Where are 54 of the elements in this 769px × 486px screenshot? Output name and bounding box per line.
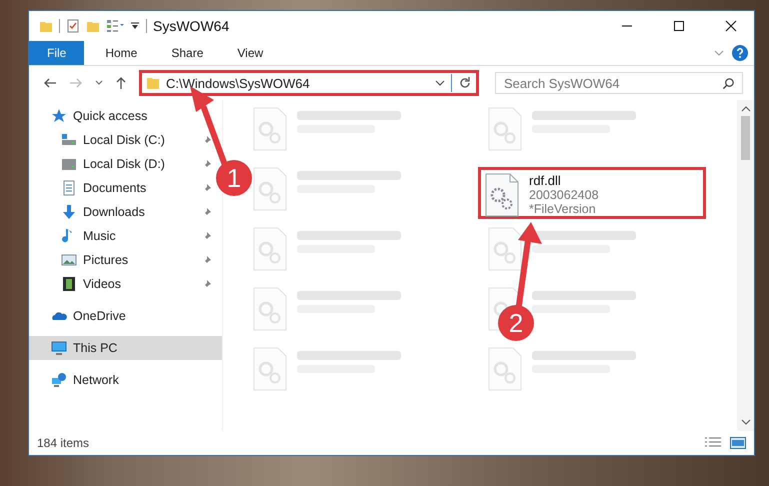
maximize-icon	[673, 20, 685, 32]
film-icon	[61, 276, 77, 292]
file-detail: 2003062408	[529, 188, 599, 202]
view-list-icon[interactable]	[106, 19, 124, 33]
up-icon[interactable]	[115, 76, 127, 90]
step-number-badge: 1	[216, 160, 252, 196]
ribbon-tab[interactable]: View	[224, 41, 276, 65]
nav-item[interactable]: Local Disk (C:)	[29, 128, 222, 152]
drive-icon	[61, 156, 77, 172]
address-path: C:\Windows\SysWOW64	[166, 76, 310, 90]
step-number-badge: 2	[498, 305, 534, 341]
nav-item[interactable]: OneDrive	[29, 304, 222, 328]
scroll-thumb[interactable]	[741, 116, 750, 160]
network-icon	[51, 372, 67, 388]
picture-icon	[61, 252, 77, 268]
computer-icon	[51, 340, 67, 356]
download-arrow-icon	[61, 204, 77, 220]
dll-file-icon	[485, 173, 519, 217]
scroll-up-icon[interactable]	[740, 106, 750, 112]
search-icon[interactable]	[722, 77, 735, 90]
nav-item[interactable]: Pictures	[29, 248, 222, 272]
ribbon-tab[interactable]: File	[29, 41, 84, 65]
document-icon	[61, 180, 77, 196]
folder-icon	[146, 76, 160, 90]
address-bar[interactable]: C:\Windows\SysWOW64	[139, 70, 479, 96]
scroll-down-icon[interactable]	[740, 419, 750, 425]
details-view-icon[interactable]	[704, 437, 722, 449]
star-icon	[51, 108, 67, 124]
nav-item[interactable]: Network	[29, 368, 222, 392]
window-title: SysWOW64	[153, 18, 230, 34]
ribbon-tab[interactable]: Share	[158, 41, 216, 65]
dropdown-icon[interactable]	[130, 21, 140, 31]
close-icon	[725, 20, 737, 32]
properties-icon[interactable]	[66, 19, 80, 33]
scrollbar[interactable]	[737, 100, 754, 431]
nav-item[interactable]: This PC	[29, 336, 222, 360]
refresh-icon[interactable]	[458, 76, 472, 90]
drive-icon	[61, 132, 77, 148]
file-detail: *FileVersion	[529, 202, 597, 216]
nav-item[interactable]: Downloads	[29, 200, 222, 224]
dropdown-icon[interactable]	[435, 80, 445, 86]
file-name: rdf.dll	[529, 173, 562, 188]
nav-item[interactable]: Videos	[29, 272, 222, 296]
item-count: 184 items	[37, 436, 90, 450]
help-icon[interactable]	[732, 45, 748, 61]
search-field[interactable]: Search SysWOW64	[495, 72, 743, 94]
nav-item[interactable]: Music	[29, 224, 222, 248]
nav-item[interactable]: Quick access	[29, 104, 222, 128]
ribbon-tab[interactable]: Home	[92, 41, 150, 65]
recent-dropdown-icon[interactable]	[95, 80, 103, 86]
large-icons-view-icon[interactable]	[730, 437, 746, 449]
file-item[interactable]: rdf.dll 2003062408 *FileVersion	[478, 167, 706, 219]
expand-ribbon-icon[interactable]	[714, 50, 724, 56]
back-icon[interactable]	[43, 77, 57, 89]
